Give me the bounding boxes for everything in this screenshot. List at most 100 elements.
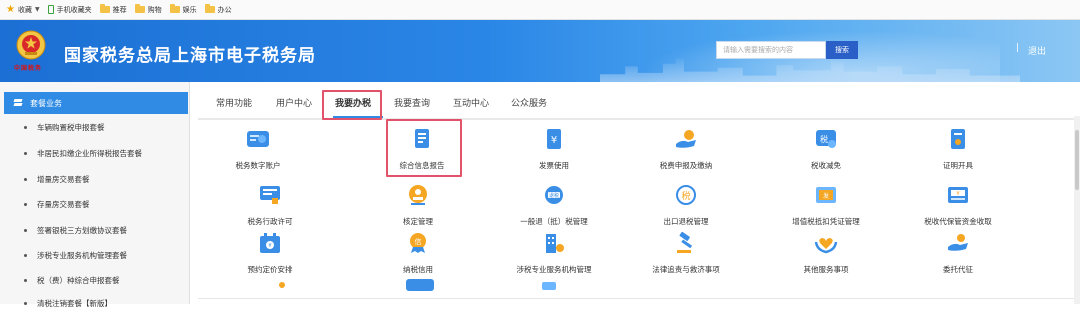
search-button[interactable]: 搜索 xyxy=(826,41,858,59)
bookmark-label: 购物 xyxy=(147,5,162,14)
service-info-report[interactable]: 综合信息报告 xyxy=(362,128,482,171)
bookmark-entertainment[interactable]: 娱乐 xyxy=(169,4,197,15)
layers-icon xyxy=(14,99,22,107)
admin-license-icon xyxy=(260,186,280,204)
tax-refund-icon: 退税 xyxy=(545,186,563,204)
service-tax-reduction[interactable]: 税 税收减免 xyxy=(766,128,886,171)
sidebar-item-label: 增量房交易套餐 xyxy=(37,175,90,184)
tab-common[interactable]: 常用功能 xyxy=(216,96,252,109)
bookmark-mobile[interactable]: 手机收藏夹 xyxy=(47,5,92,15)
tab-public-service[interactable]: 公众服务 xyxy=(511,96,547,109)
service-tax-credit[interactable]: 信 纳税信用 xyxy=(358,232,478,275)
service-pricing-arrangement[interactable]: ¥ 预约定价安排 xyxy=(210,232,330,275)
bookmark-label: 手机收藏夹 xyxy=(56,5,92,14)
bookmark-label: 推荐 xyxy=(112,5,127,14)
logout-link[interactable]: 退出 xyxy=(1028,44,1046,57)
vat-voucher-icon: 发 xyxy=(816,187,836,203)
sidebar-item-new-house[interactable]: 增量房交易套餐 xyxy=(24,174,90,185)
entrust-hand-icon xyxy=(948,234,968,251)
sidebar-item-existing-house[interactable]: 存量房交易套餐 xyxy=(24,199,90,210)
tax-reduction-icon: 税 xyxy=(816,130,836,148)
sidebar-item-tripartite[interactable]: 签署银税三方划缴协议套餐 xyxy=(24,225,127,236)
scrollbar-thumb[interactable] xyxy=(1075,130,1079,190)
folder-icon xyxy=(99,4,110,13)
service-invoice[interactable]: ¥ 发票使用 xyxy=(494,128,614,171)
partial-icon xyxy=(406,279,434,291)
svg-text:退税: 退税 xyxy=(549,192,559,199)
svg-text:税: 税 xyxy=(820,134,828,144)
service-export-refund[interactable]: 税 出口退税管理 xyxy=(626,184,746,227)
service-tax-declaration[interactable]: 税费申报及缴纳 xyxy=(626,128,746,171)
folder-icon xyxy=(204,4,215,13)
sidebar-item-nonresident[interactable]: 非居民扣缴企业所得税报告套餐 xyxy=(24,148,142,159)
bookmark-shopping[interactable]: 购物 xyxy=(134,4,162,15)
bullet-icon xyxy=(24,152,27,155)
service-agency-management[interactable]: 涉税专业服务机构管理 xyxy=(494,232,614,275)
star-icon: ★ xyxy=(6,3,15,15)
sidebar-item-label: 存量房交易套餐 xyxy=(37,200,90,209)
bullet-icon xyxy=(24,279,27,282)
svg-text:发: 发 xyxy=(823,192,829,200)
export-refund-icon: 税 xyxy=(676,185,696,205)
dropdown-triangle-icon: ▼ xyxy=(34,6,40,13)
partial-icon xyxy=(542,282,556,290)
digital-account-icon xyxy=(247,131,269,147)
sidebar-item-combined[interactable]: 税（费）种综合申报套餐 xyxy=(24,275,120,286)
bullet-icon xyxy=(24,203,27,206)
bookmark-favorites[interactable]: ★ 收藏 ▼ xyxy=(6,3,40,15)
tab-user-center[interactable]: 用户中心 xyxy=(276,96,312,109)
service-entrust[interactable]: 委托代征 xyxy=(898,232,1018,275)
site-header: 中国税务 国家税务总局上海市电子税务局 搜索 | 退出 xyxy=(0,20,1080,82)
sidebar-item-agency[interactable]: 涉税专业服务机构管理套餐 xyxy=(24,250,127,261)
svg-text:¥: ¥ xyxy=(551,135,557,146)
bookmark-label: 娱乐 xyxy=(182,5,197,14)
service-certificate[interactable]: 证明开具 xyxy=(898,128,1018,171)
svg-text:税: 税 xyxy=(681,190,690,202)
bookmarks-bar: ★ 收藏 ▼ 手机收藏夹 推荐 购物 娱乐 办公 xyxy=(0,0,1080,20)
bookmark-recommend[interactable]: 推荐 xyxy=(99,4,127,15)
tab-query[interactable]: 我要查询 xyxy=(394,96,430,109)
document-report-icon xyxy=(415,129,429,148)
sidebar-item-label: 税（费）种综合申报套餐 xyxy=(37,276,120,285)
service-admin-license[interactable]: 税务行政许可 xyxy=(210,184,330,227)
sidebar-header[interactable]: 套餐业务 xyxy=(4,92,188,114)
invoice-icon: ¥ xyxy=(547,129,561,149)
sidebar-item-label: 车辆购置税申报套餐 xyxy=(37,123,105,132)
emblem-caption: 中国税务 xyxy=(14,65,43,72)
sidebar-item-label: 非居民扣缴企业所得税报告套餐 xyxy=(37,149,142,158)
main-content: 常用功能 用户中心 我要办税 我要查询 互动中心 公众服务 税务数字账户 综合信… xyxy=(198,86,1080,304)
sidebar-item-label: 签署银税三方划缴协议套餐 xyxy=(37,226,127,235)
tax-emblem-icon xyxy=(16,30,46,60)
service-approval-management[interactable]: 核定管理 xyxy=(358,184,478,227)
bullet-icon xyxy=(24,126,27,129)
sidebar-item-vehicle-tax[interactable]: 车辆购置税申报套餐 xyxy=(24,122,105,133)
bookmark-office[interactable]: 办公 xyxy=(204,4,232,15)
tax-payment-icon xyxy=(676,130,696,148)
folder-icon xyxy=(169,4,180,13)
gavel-icon xyxy=(677,231,693,253)
tab-highlight-box xyxy=(322,90,382,120)
svg-text:¥: ¥ xyxy=(268,243,271,249)
service-fund-custody[interactable]: ¥ 税收代保管资金收取 xyxy=(898,184,1018,227)
site-title: 国家税务总局上海市电子税务局 xyxy=(64,46,316,66)
bullet-icon xyxy=(24,178,27,181)
sidebar-item-label: 涉税专业服务机构管理套餐 xyxy=(37,251,127,260)
service-vat-voucher[interactable]: 发 增值税抵扣凭证管理 xyxy=(766,184,886,227)
service-digital-account[interactable]: 税务数字账户 xyxy=(198,128,318,171)
bullet-icon xyxy=(24,254,27,257)
heart-hands-icon xyxy=(814,238,838,254)
logout-separator: | xyxy=(1016,43,1020,53)
folder-icon xyxy=(134,4,145,13)
tax-credit-icon: 信 xyxy=(410,233,426,253)
bullet-icon xyxy=(24,229,27,232)
tab-interaction[interactable]: 互动中心 xyxy=(453,96,489,109)
fund-custody-icon: ¥ xyxy=(948,187,968,203)
service-tax-refund[interactable]: 退税 一般退（抵）税管理 xyxy=(494,184,614,227)
partial-icon xyxy=(279,282,285,288)
bookmark-label: 办公 xyxy=(217,5,232,14)
search-input[interactable] xyxy=(716,41,826,59)
service-other[interactable]: 其他服务事项 xyxy=(766,232,886,275)
service-legal-remedy[interactable]: 法律追责与救济事项 xyxy=(626,231,746,275)
sidebar: 套餐业务 车辆购置税申报套餐 非居民扣缴企业所得税报告套餐 增量房交易套餐 存量… xyxy=(0,82,190,308)
bookmark-label: 收藏 xyxy=(17,5,32,14)
